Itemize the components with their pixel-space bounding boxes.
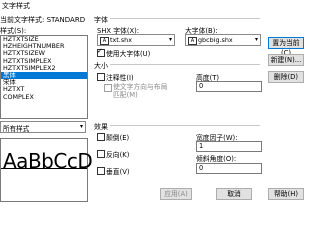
chevron-down-icon: ▾ <box>254 36 258 43</box>
backwards-label: 反向(K) <box>106 151 130 159</box>
big-font-select[interactable]: A gbcbig.shx ▾ <box>185 34 261 46</box>
vertical-label: 垂直(V) <box>106 168 130 176</box>
preview-box: AaBbCcD <box>0 138 93 202</box>
set-current-button[interactable]: 置为当前(C) <box>268 37 304 57</box>
style-filter-dropdown[interactable]: 所有样式 ▾ <box>0 121 86 133</box>
vertical-checkbox[interactable] <box>97 167 105 175</box>
style-list-item[interactable]: COMPLEX <box>1 93 87 101</box>
help-button[interactable]: 帮助(H) <box>268 188 304 200</box>
shx-font-value: txt.shx <box>110 36 132 44</box>
big-font-value: gbcbig.shx <box>198 36 233 44</box>
use-big-font-label: 使用大字体(U) <box>106 50 151 58</box>
style-list[interactable]: HZTXTSIZE HZHEIGHTNUMBER HZTXTSIZEW HZTX… <box>0 35 88 119</box>
height-input[interactable]: 0 <box>196 81 262 92</box>
delete-button[interactable]: 删除(D) <box>268 71 304 83</box>
shx-font-icon: A <box>100 37 109 45</box>
effects-group-label: 效果 <box>94 123 108 131</box>
shx-font-select[interactable]: A txt.shx ▾ <box>97 34 175 46</box>
effects-group-divider <box>110 125 260 126</box>
chevron-down-icon: ▾ <box>79 123 83 130</box>
big-font-icon: A <box>188 37 197 45</box>
current-style-label: 当前文字样式: <box>0 16 45 24</box>
current-style: 当前文字样式: STANDARD <box>0 15 85 25</box>
preview-baseline <box>1 168 87 169</box>
width-factor-input[interactable]: 1 <box>196 141 262 152</box>
font-group-divider <box>110 18 260 19</box>
backwards-checkbox[interactable] <box>97 150 105 158</box>
window-title: 文字样式 <box>2 2 30 10</box>
oblique-angle-label: 倾斜角度(O): <box>196 155 237 163</box>
upside-down-label: 颠倒(E) <box>106 134 130 142</box>
annotative-label: 注释性(I) <box>106 74 134 82</box>
oblique-angle-value: 0 <box>199 164 204 172</box>
upside-down-checkbox[interactable] <box>97 133 105 141</box>
title-bar: 文字样式 <box>0 0 300 12</box>
chevron-down-icon: ▾ <box>168 36 172 43</box>
font-group-label: 字体 <box>94 16 108 24</box>
current-style-value: STANDARD <box>46 16 86 24</box>
use-big-font-checkbox[interactable] <box>97 47 105 57</box>
apply-button[interactable]: 应用(A) <box>160 188 192 200</box>
annotative-checkbox[interactable] <box>97 73 105 81</box>
size-group-label: 大小 <box>94 62 108 70</box>
oblique-angle-input[interactable]: 0 <box>196 163 262 174</box>
style-filter-value: 所有样式 <box>3 125 30 133</box>
size-group-divider <box>110 64 260 65</box>
cancel-button[interactable]: 取消 <box>216 188 252 200</box>
width-factor-value: 1 <box>199 142 204 150</box>
new-button[interactable]: 新建(N)... <box>268 54 304 66</box>
match-layout-label: 使文字方向与布局匹配(M) <box>113 83 168 99</box>
match-layout-checkbox[interactable] <box>104 84 112 92</box>
height-value: 0 <box>199 82 204 90</box>
preview-text: AaBbCcD <box>3 149 93 173</box>
